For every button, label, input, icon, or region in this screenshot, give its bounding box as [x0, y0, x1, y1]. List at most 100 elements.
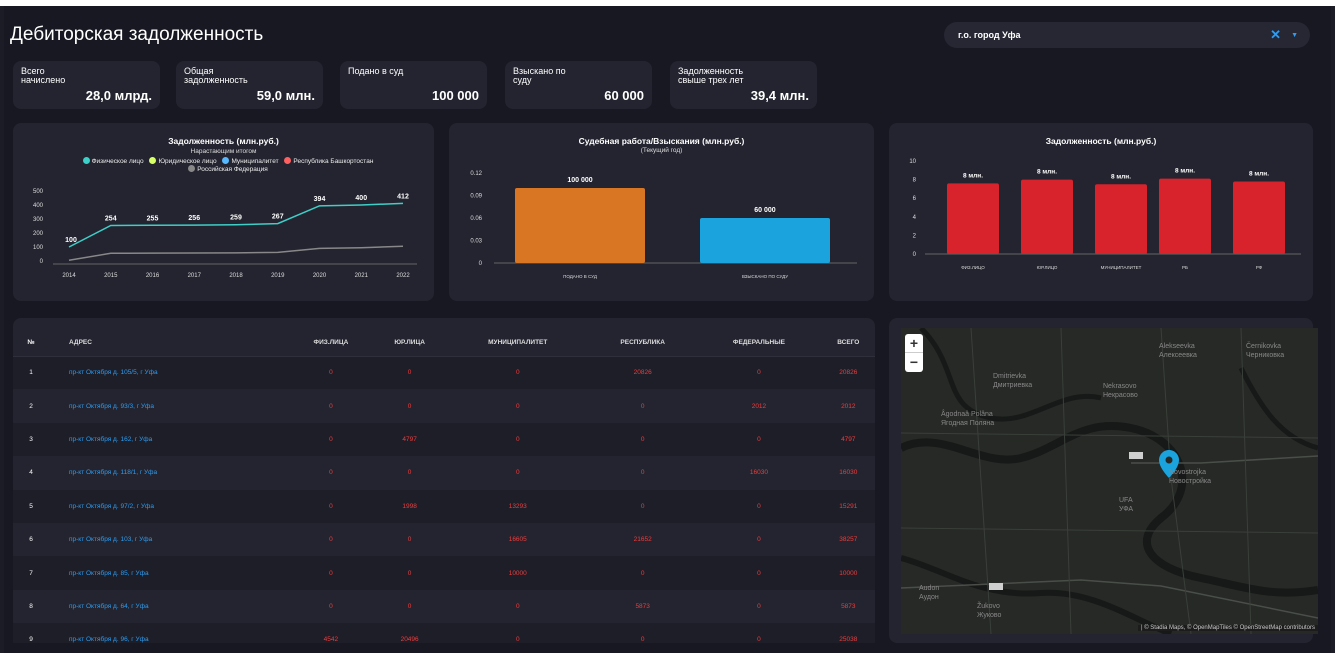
table-cell: 0 [515, 602, 520, 610]
y-tick-label: 400 [33, 203, 44, 209]
table-row[interactable]: 5 пр-кт Октября д. 97/2, г Уфа 0 1998 13293 0… [13, 489, 875, 523]
table-row[interactable]: 6 пр-кт Октября д. 103, г Уфа 0 0 16605 21652… [13, 523, 875, 556]
map-place-label: Žukovo Жуково [977, 602, 1001, 620]
table-cell: 2012 [751, 402, 767, 410]
address-link[interactable]: пр-кт Октября д. 97/2, г Уфа [49, 490, 289, 523]
map-label-cyrillic: Жуково [977, 612, 1002, 619]
map-view[interactable]: Alekseevka Алексеевка Dmitrievka Дмитриевка… [901, 328, 1318, 634]
address-link[interactable]: пр-кт Октября д. 85, г Уфа [49, 556, 289, 589]
y-tick-label: 0 [40, 259, 44, 265]
data-label: 267 [272, 214, 284, 221]
data-label: 255 [147, 215, 159, 222]
map-label-latin: Černikovka [1246, 343, 1282, 350]
y-tick-label: 0.12 [470, 171, 482, 177]
data-label: 8 млн. [1111, 173, 1131, 180]
table-cell: 16030 [749, 469, 768, 477]
x-tick-label: ФИЗ.ЛИЦО [961, 265, 985, 270]
data-label: 254 [105, 215, 117, 222]
table-cell: 0 [757, 435, 761, 443]
column-header[interactable]: ЮР.ЛИЦА [373, 330, 447, 356]
table-cell: 10000 [839, 569, 858, 577]
table-cell: 0 [640, 402, 645, 410]
data-label: 8 млн. [1249, 170, 1269, 177]
table-row[interactable]: 1 пр-кт Октября д. 105/5, г Уфа 0 0 0 20826 0 2… [13, 356, 875, 390]
column-header[interactable]: МУНИЦИПАЛИТЕТ [446, 330, 589, 356]
map-label-cyrillic: Черниковка [1246, 352, 1285, 359]
zoom-out-button[interactable]: − [905, 353, 923, 372]
table-cell: 0 [640, 636, 645, 643]
y-tick-label: 100 [33, 245, 44, 251]
line-chart: 0 100 200 300 400 500 2014 2015 2016 2017 2018 2019… [33, 189, 417, 279]
map-label-latin: Nekrasovo [1103, 383, 1137, 390]
data-label: 8 млн. [963, 172, 983, 179]
x-tick-label: 2017 [188, 273, 202, 279]
map-label-latin: Âgodnaâ Polâna [941, 411, 993, 418]
map-label-cyrillic: Дмитриевка [993, 382, 1033, 389]
map-zoom-control: + − [905, 334, 923, 372]
table-cell: 0 [757, 602, 761, 610]
column-header[interactable]: РЕСПУБЛИКА [589, 330, 696, 356]
bar [1095, 184, 1147, 254]
table-cell: 5 [29, 502, 33, 510]
table-row[interactable]: 3 пр-кт Октября д. 162, г Уфа 0 4797 0 0 0 4797 [13, 422, 875, 457]
debt-table-scroll[interactable]: № АДРЕС ФИЗ.ЛИЦА ЮР.ЛИЦА МУНИЦИПАЛИТЕТ Р… [13, 318, 875, 643]
table-cell: 0 [407, 369, 412, 377]
table-cell: 1 [29, 369, 33, 377]
map-attribution[interactable]: | © Stadia Maps, © OpenMapTiles © OpenSt… [1137, 625, 1318, 631]
kpi-value: 59,0 млн. [256, 88, 315, 103]
table-cell: 8 [29, 602, 33, 610]
y-tick-label: 500 [33, 189, 44, 195]
clear-icon[interactable]: ✕ [1270, 27, 1281, 43]
map-label-latin: Dmitrievka [993, 373, 1027, 380]
x-tick-label: 2022 [396, 273, 410, 279]
map-place-label: Âgodnaâ Polâna Ягодная Поляна [941, 410, 994, 428]
table-row[interactable]: 2 пр-кт Октября д. 93/3, г Уфа 0 0 0 0 2012 201… [13, 389, 875, 422]
map-place-label: Audon Аудон [919, 584, 939, 602]
table-row[interactable]: 7 пр-кт Октября д. 85, г Уфа 0 0 10000 0 0 1000… [13, 556, 875, 590]
kpi-value: 28,0 млрд. [85, 88, 152, 103]
column-header[interactable]: ФЕДЕРАЛЬНЫЕ [696, 330, 821, 356]
table-cell: 7 [29, 569, 33, 577]
address-link[interactable]: пр-кт Октября д. 96, г Уфа [49, 623, 289, 643]
address-link[interactable]: пр-кт Октября д. 103, г Уфа [49, 523, 289, 556]
x-tick-label: 2016 [146, 273, 160, 279]
kpi-label: суду [513, 75, 532, 85]
kpi-card-filed-to-court: Подано в суд 100 000 [340, 61, 487, 109]
table-cell: 0 [757, 569, 761, 577]
selector-value: г.о. город Уфа [958, 30, 1021, 40]
column-header[interactable]: ФИЗ.ЛИЦА [289, 330, 373, 356]
map-label-cyrillic: Алексеевка [1159, 352, 1197, 359]
district-selector[interactable]: г.о. город Уфа ✕ ▼ [944, 22, 1310, 48]
data-label: 259 [230, 215, 242, 222]
address-link[interactable]: пр-кт Октября д. 64, г Уфа [49, 590, 289, 623]
column-header[interactable]: АДРЕС [49, 330, 289, 356]
y-tick-label: 200 [33, 231, 44, 237]
table-row[interactable]: 8 пр-кт Октября д. 64, г Уфа 0 0 0 5873 0 5873 [13, 590, 875, 623]
address-link[interactable]: пр-кт Октября д. 105/5, г Уфа [49, 356, 289, 389]
map-label-cyrillic: Некрасово [1103, 392, 1138, 399]
table-cell: 0 [329, 402, 333, 410]
table-cell: 0 [640, 469, 645, 477]
bar [1159, 178, 1211, 254]
table-cell: 16030 [839, 469, 858, 477]
address-link[interactable]: пр-кт Октября д. 118/1, г Уфа [49, 456, 289, 489]
table-row[interactable]: 4 пр-кт Октября д. 118/1, г Уфа 0 0 0 0 16030 1… [13, 456, 875, 489]
chevron-down-icon[interactable]: ▼ [1291, 32, 1298, 39]
map-place-label: Alekseevka Алексеевка [1159, 342, 1197, 360]
address-link[interactable]: пр-кт Октября д. 93/3, г Уфа [49, 389, 289, 422]
table-row[interactable]: 9 пр-кт Октября д. 96, г Уфа 4542 20496 0 0 0 2… [13, 623, 875, 643]
table-cell: 0 [329, 502, 333, 510]
map-label-latin: UFA [1119, 497, 1133, 504]
data-label: 60 000 [754, 207, 776, 214]
map-label-cyrillic: Новостройка [1169, 478, 1211, 485]
column-header[interactable]: ВСЕГО [822, 330, 875, 356]
table-cell: 0 [515, 435, 520, 443]
table-cell: 0 [515, 636, 520, 643]
kpi-label: свыше трех лет [678, 75, 744, 85]
column-header[interactable]: № [13, 330, 49, 356]
zoom-in-button[interactable]: + [905, 334, 923, 353]
data-label: 256 [188, 215, 200, 222]
address-link[interactable]: пр-кт Октября д. 162, г Уфа [49, 423, 289, 456]
map-place-label: Dmitrievka Дмитриевка [993, 372, 1032, 390]
map-label-cyrillic: Ягодная Поляна [941, 420, 995, 427]
